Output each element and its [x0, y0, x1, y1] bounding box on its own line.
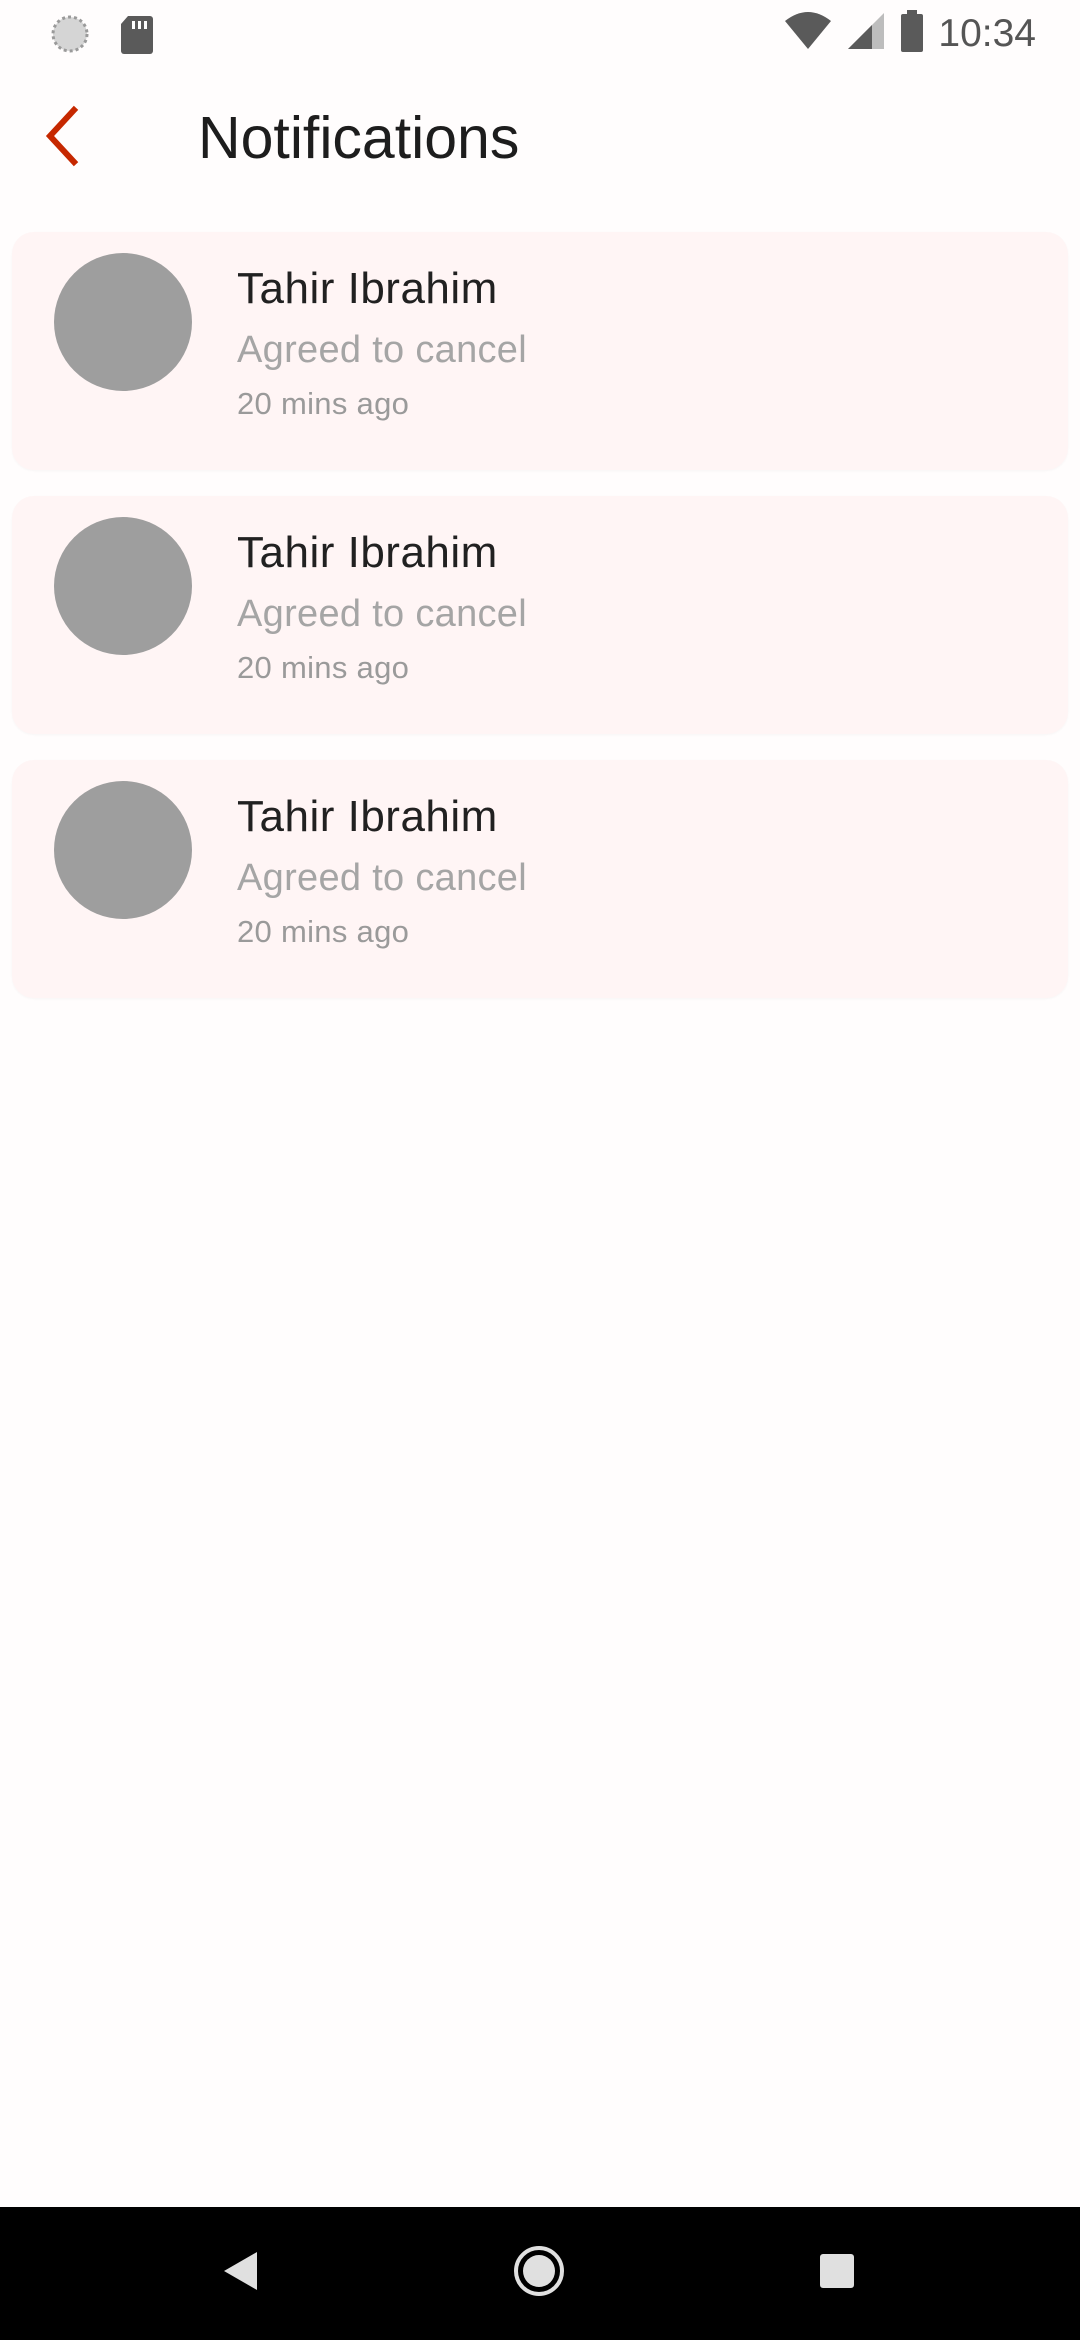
nav-home-button[interactable] [479, 2207, 599, 2340]
signal-icon [846, 11, 886, 56]
status-bar: 10:34 [0, 0, 1080, 66]
sd-card-icon [120, 14, 154, 59]
notification-message: Agreed to cancel [237, 593, 527, 635]
notification-sender-name: Tahir Ibrahim [237, 264, 498, 313]
notifications-screen: 10:34 Notifications Tahir Ibrahim Agreed… [0, 0, 1080, 2340]
notification-time: 20 mins ago [237, 650, 410, 685]
notification-message: Agreed to cancel [237, 329, 527, 371]
notification-item[interactable]: Tahir Ibrahim Agreed to cancel 20 mins a… [12, 760, 1068, 998]
notification-list: Tahir Ibrahim Agreed to cancel 20 mins a… [12, 232, 1068, 1024]
notification-sender-name: Tahir Ibrahim [237, 792, 498, 841]
avatar [54, 517, 192, 655]
chevron-left-icon [42, 104, 82, 173]
recents-square-icon [819, 2253, 855, 2294]
wifi-icon [784, 11, 832, 56]
notification-item[interactable]: Tahir Ibrahim Agreed to cancel 20 mins a… [12, 496, 1068, 734]
avatar [54, 781, 192, 919]
nav-recents-button[interactable] [777, 2207, 897, 2340]
app-bar: Notifications [0, 66, 1080, 220]
notification-time: 20 mins ago [237, 914, 410, 949]
notification-time: 20 mins ago [237, 386, 410, 421]
loading-circle-icon [50, 14, 90, 59]
battery-icon [900, 10, 924, 57]
back-button[interactable] [30, 104, 94, 173]
nav-back-button[interactable] [181, 2207, 301, 2340]
status-bar-right: 10:34 [784, 10, 1036, 57]
back-triangle-icon [221, 2250, 261, 2297]
status-bar-left [50, 14, 154, 59]
home-circle-icon [513, 2245, 565, 2302]
system-navigation-bar [0, 2207, 1080, 2340]
page-title: Notifications [198, 105, 520, 171]
notification-message: Agreed to cancel [237, 857, 527, 899]
notification-item[interactable]: Tahir Ibrahim Agreed to cancel 20 mins a… [12, 232, 1068, 470]
avatar [54, 253, 192, 391]
notification-sender-name: Tahir Ibrahim [237, 528, 498, 577]
status-time: 10:34 [938, 11, 1036, 55]
